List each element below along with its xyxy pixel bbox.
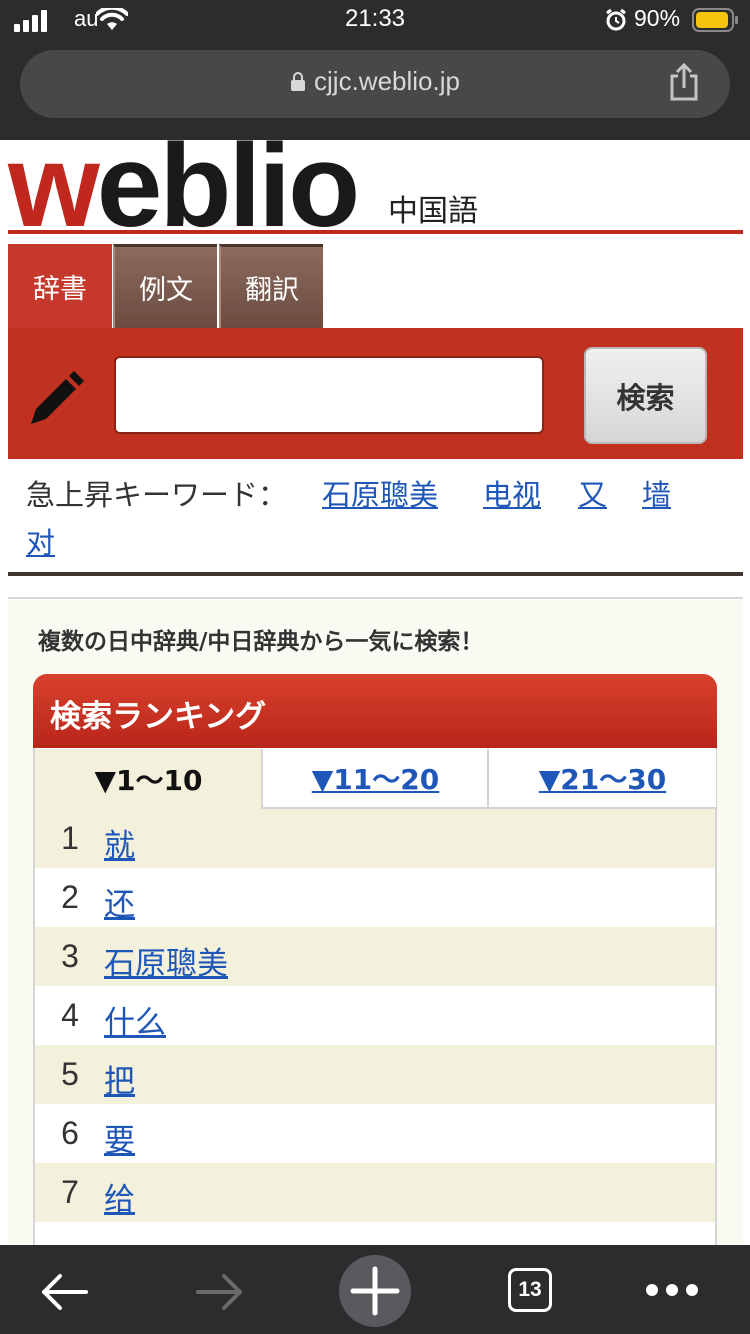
trending-keyword[interactable]: 石原聰美 (322, 472, 438, 514)
section-title: 中国語 (388, 194, 478, 229)
tab-dictionary[interactable]: 辞書 (8, 244, 112, 328)
table-row (35, 868, 715, 927)
ranking-title: 検索ランキング (50, 699, 267, 735)
battery-icon (692, 8, 738, 32)
tab-count: 13 (518, 1278, 542, 1301)
ranking-tab-1-10[interactable]: ▼1〜10 (35, 749, 262, 809)
tab-translate[interactable]: 翻訳 (219, 244, 323, 328)
table-row (35, 1104, 715, 1163)
rank-number: 2 (61, 879, 79, 915)
search-button[interactable]: 検索 (584, 347, 707, 444)
rank-word[interactable]: 给 (104, 1174, 135, 1219)
rank-word[interactable]: 把 (104, 1056, 135, 1101)
tab-switcher-button[interactable]: 13 (508, 1268, 552, 1312)
rank-number: 5 (61, 1056, 79, 1092)
rank-word[interactable]: 就 (104, 820, 135, 865)
rank-number: 6 (61, 1115, 79, 1151)
table-row (35, 809, 715, 868)
panel-top-border (8, 597, 743, 599)
weblio-logo[interactable]: weblio (8, 127, 360, 245)
section-divider (8, 572, 743, 576)
rank-number: 3 (61, 938, 79, 974)
tagline: 複数の日中辞典/中日辞典から一気に検索！ (38, 629, 484, 655)
trending-label: 急上昇キーワード： (26, 478, 288, 512)
table-row (35, 1163, 715, 1222)
rank-number: 7 (61, 1174, 79, 1210)
rank-word[interactable]: 要 (104, 1115, 135, 1160)
rank-word[interactable]: 什么 (104, 997, 166, 1042)
search-input[interactable] (114, 356, 544, 434)
trending-keyword[interactable]: 墙 (642, 472, 671, 514)
trending-keyword[interactable]: 对 (26, 520, 55, 562)
tab-examples[interactable]: 例文 (113, 244, 217, 328)
ranking-tab-11-20[interactable]: ▼11〜20 (261, 749, 488, 809)
trending-keyword[interactable]: 电视 (483, 472, 541, 514)
back-arrow-icon[interactable] (38, 1272, 90, 1312)
url-label: cjjc.weblio.jp (314, 66, 460, 96)
share-icon[interactable] (668, 62, 700, 102)
forward-arrow-icon[interactable] (194, 1272, 246, 1312)
battery-percentage: 90% (634, 5, 681, 31)
rank-number: 4 (61, 997, 79, 1033)
trending-keyword[interactable]: 又 (578, 472, 607, 514)
new-tab-plus-icon[interactable] (338, 1254, 412, 1328)
header-divider (8, 230, 743, 234)
more-menu-icon[interactable] (644, 1282, 700, 1298)
alarm-icon (606, 8, 626, 31)
pencil-icon (31, 371, 84, 424)
ranking-tab-21-30[interactable]: ▼21〜30 (487, 749, 716, 809)
rank-number: 1 (61, 820, 79, 856)
lock-icon (291, 72, 306, 91)
table-row (35, 1045, 715, 1104)
rank-word[interactable]: 还 (104, 879, 135, 924)
rank-word[interactable]: 石原聰美 (104, 938, 228, 983)
url-text[interactable]: cjjc.weblio.jp (0, 66, 750, 97)
